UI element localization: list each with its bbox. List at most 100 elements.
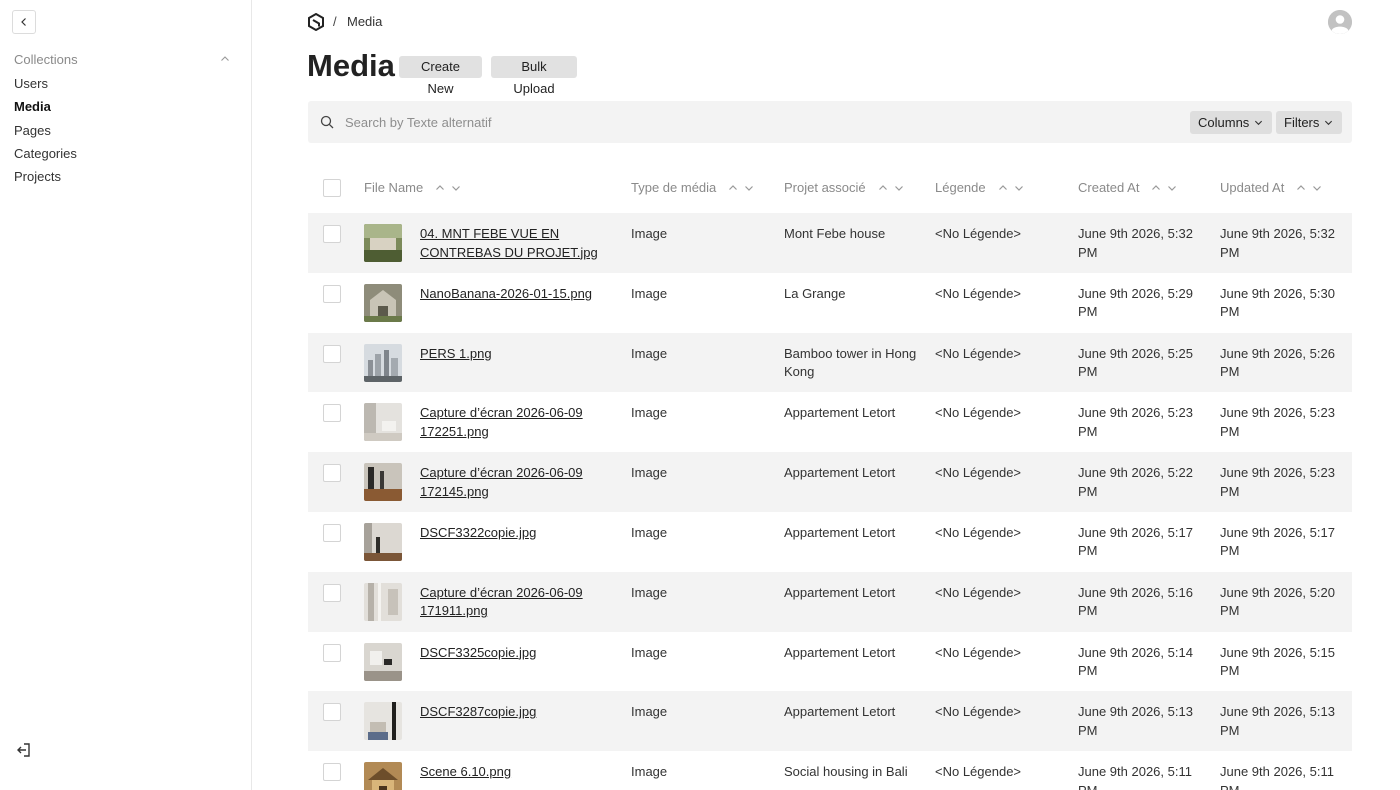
updated-at: June 9th 2026, 5:32 PM [1220,226,1335,260]
collections-label: Collections [14,51,78,67]
project-name: Appartement Letort [784,704,896,720]
file-name-link[interactable]: DSCF3325copie.jpg [420,644,610,663]
image-thumbnail[interactable] [364,463,402,502]
created-at: June 9th 2026, 5:14 PM [1078,644,1193,679]
updated-at: June 9th 2026, 5:26 PM [1220,345,1335,380]
breadcrumb-separator: / [333,14,337,29]
image-thumbnail[interactable] [364,582,402,621]
chevron-up-icon [221,56,229,61]
sort-desc-icon[interactable] [1014,183,1024,193]
logout-button[interactable] [14,740,34,760]
row-checkbox[interactable] [323,703,341,722]
sort-asc-icon[interactable] [998,183,1008,193]
row-checkbox[interactable] [323,643,341,662]
sort-desc-icon[interactable] [744,183,754,193]
media-type: Image [631,524,668,540]
file-name-link[interactable]: NanoBanana-2026-01-15.png [420,285,610,304]
row-checkbox[interactable] [323,523,341,542]
image-thumbnail[interactable] [364,283,402,322]
collections-toggle[interactable]: Collections [14,50,230,68]
file-name-link[interactable]: PERS 1.png [420,345,610,364]
row-checkbox[interactable] [323,583,341,602]
image-thumbnail[interactable] [364,522,402,561]
table-row: DSCF3325copie.jpg Image Appartement Leto… [308,632,1352,692]
select-all-checkbox[interactable] [323,179,341,197]
sort-desc-icon[interactable] [1167,183,1177,193]
filters-button[interactable]: Filters [1276,111,1342,134]
row-checkbox[interactable] [323,225,341,243]
sidebar-item-users[interactable]: Users [14,74,77,97]
page-title: Media [307,48,395,83]
table-row: 04. MNT FEBE VUE EN CONTREBAS DU PROJET.… [308,213,1352,273]
media-type: Image [631,405,668,421]
file-name-link[interactable]: Capture d’écran 2026-06-09 172145.png [420,464,610,501]
bulk-upload-button[interactable]: Bulk Upload [491,56,577,96]
column-label: Updated At [1220,180,1285,195]
column-header-legend: Légende [935,180,1024,195]
sort-asc-icon[interactable] [878,183,888,193]
filters-label: Filters [1284,115,1320,130]
legend: <No Légende> [935,465,1022,481]
table-header: File Name Type de média Projet associé L… [308,163,1352,213]
sort-asc-icon[interactable] [435,183,445,193]
image-thumbnail[interactable] [364,702,402,741]
project-name: La Grange [784,285,846,301]
column-label: Projet associé [784,180,866,195]
legend: <No Légende> [935,644,1022,660]
chevron-down-icon [1325,120,1333,126]
sidebar-item-projects[interactable]: Projects [14,167,77,190]
search-input[interactable] [345,112,1145,132]
sort-desc-icon[interactable] [451,183,461,193]
sort-asc-icon[interactable] [1151,183,1161,193]
sidebar-item-categories[interactable]: Categories [14,144,77,167]
table-row: NanoBanana-2026-01-15.png Image La Grang… [308,273,1352,333]
row-checkbox[interactable] [323,404,341,423]
table-row: Capture d’écran 2026-06-09 171911.png Im… [308,571,1352,632]
column-header-project: Projet associé [784,180,904,195]
collapse-sidebar-button[interactable] [12,10,36,34]
created-at: June 9th 2026, 5:17 PM [1078,524,1193,559]
updated-at: June 9th 2026, 5:20 PM [1220,584,1335,619]
image-thumbnail[interactable] [364,403,402,442]
column-label: Created At [1078,180,1140,195]
file-name-link[interactable]: Capture d’écran 2026-06-09 171911.png [420,584,610,621]
logo-icon[interactable] [307,13,325,31]
created-at: June 9th 2026, 5:13 PM [1078,704,1193,738]
chevron-left-icon [21,18,26,26]
image-thumbnail[interactable] [364,343,402,382]
project-name: Appartement Letort [784,584,896,600]
sort-desc-icon[interactable] [1312,183,1322,193]
file-name-link[interactable]: 04. MNT FEBE VUE EN CONTREBAS DU PROJET.… [420,225,610,262]
row-checkbox[interactable] [323,344,341,363]
file-name-link[interactable]: Scene 6.10.png [420,763,610,782]
file-name-link[interactable]: DSCF3322copie.jpg [420,524,610,543]
created-at: June 9th 2026, 5:22 PM [1078,465,1193,499]
image-thumbnail[interactable] [364,642,402,681]
columns-button[interactable]: Columns [1190,111,1272,134]
file-name-link[interactable]: Capture d’écran 2026-06-09 172251.png [420,404,610,441]
sidebar-item-media[interactable]: Media [14,97,77,120]
image-thumbnail[interactable] [364,762,402,790]
sidebar-item-pages[interactable]: Pages [14,121,77,144]
avatar[interactable] [1328,10,1352,34]
updated-at: June 9th 2026, 5:15 PM [1220,644,1335,679]
media-type: Image [631,285,668,301]
breadcrumb-current: Media [347,14,383,29]
legend: <No Légende> [935,524,1022,540]
row-checkbox[interactable] [323,464,341,483]
image-thumbnail[interactable] [364,224,402,262]
create-new-button[interactable]: Create New [399,56,482,96]
row-checkbox[interactable] [323,763,341,782]
created-at: June 9th 2026, 5:11 PM [1078,764,1192,790]
table-row: DSCF3322copie.jpg Image Appartement Leto… [308,512,1352,572]
created-at: June 9th 2026, 5:32 PM [1078,226,1193,260]
created-at: June 9th 2026, 5:16 PM [1078,584,1193,619]
sort-asc-icon[interactable] [1296,183,1306,193]
sort-asc-icon[interactable] [728,183,738,193]
media-type: Image [631,226,668,241]
updated-at: June 9th 2026, 5:13 PM [1220,704,1335,738]
row-checkbox[interactable] [323,284,341,303]
sort-desc-icon[interactable] [894,183,904,193]
file-name-link[interactable]: DSCF3287copie.jpg [420,703,610,722]
legend: <No Légende> [935,584,1022,600]
